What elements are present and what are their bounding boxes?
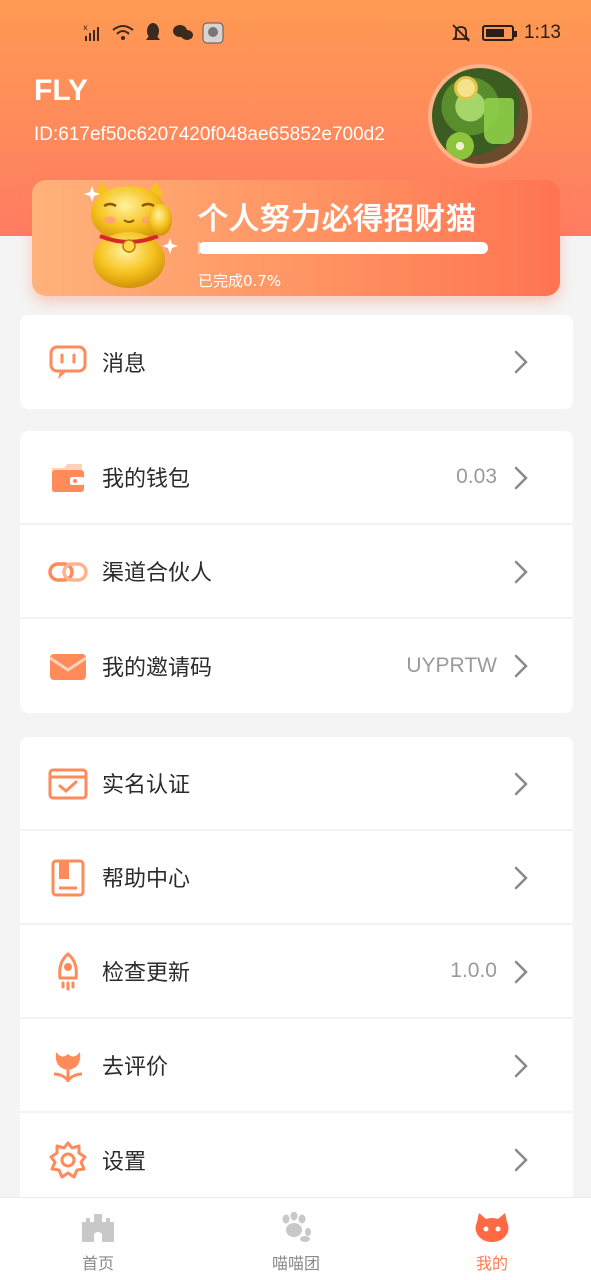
menu-item-invite[interactable]: 我的邀请码 UYPRTW [20,619,573,713]
avatar-lemon [454,76,478,100]
avatar-kiwi [446,132,474,160]
bottom-nav: 首页 喵喵团 我的 [0,1197,591,1280]
chevron-right-icon [514,466,528,490]
menu-item-help-label: 帮助中心 [102,867,191,892]
menu-item-realname[interactable]: 实名认证 [20,737,573,831]
menu-item-rate[interactable]: 去评价 [20,1019,573,1113]
chevron-right-icon [514,654,528,678]
svg-text:x: x [83,23,88,32]
menu-item-rate-label: 去评价 [102,1055,169,1080]
book-icon [51,859,85,897]
link-icon [48,562,88,582]
menu-item-messages-label: 消息 [102,352,147,377]
chevron-right-icon [514,772,528,796]
nav-home[interactable]: 首页 [38,1198,158,1280]
status-right: 1:13 [450,22,561,44]
lucky-cat-progress-bar [198,242,488,254]
chevron-right-icon [514,560,528,584]
status-left-icons: x [82,22,224,44]
menu-item-update[interactable]: 检查更新 1.0.0 [20,925,573,1019]
wechat-icon [172,22,194,44]
lucky-cat-progress-fill [198,242,201,254]
nav-home-label: 首页 [81,1254,114,1273]
menu-item-invite-label: 我的邀请码 [102,656,213,681]
avatar-glass [484,98,514,144]
menu-group-messages: 消息 [20,315,573,409]
menu-item-settings-label: 设置 [102,1150,147,1175]
status-time: 1:13 [524,22,561,43]
menu-item-update-label: 检查更新 [102,961,191,986]
gear-icon [49,1141,87,1179]
user-id: ID:617ef50c6207420f048ae65852e700d2 [34,124,385,145]
wifi-icon [112,22,134,44]
chevron-right-icon [514,1054,528,1078]
user-name: FLY [34,74,88,107]
nav-mine-label: 我的 [475,1254,508,1273]
lucky-cat-card[interactable]: 个人努力必得招财猫 已完成0.7% [32,180,560,296]
invite-code: UYPRTW [406,654,497,677]
wallet-balance: 0.03 [456,465,497,488]
avatar[interactable] [428,64,532,168]
wallet-icon [52,464,84,492]
paw-icon [282,1212,311,1242]
nav-mine[interactable]: 我的 [432,1198,552,1280]
app-avatar-icon [202,22,224,44]
nav-team[interactable]: 喵喵团 [236,1198,356,1280]
message-icon [49,345,87,379]
menu-group-general: 实名认证 帮助中心 检查更新 1.0.0 去评价 设置 [20,737,573,1207]
lucky-cat-title: 个人努力必得招财猫 [198,202,477,237]
menu-item-partner-label: 渠道合伙人 [102,561,213,586]
bell-muted-icon [450,22,472,44]
menu-item-wallet[interactable]: 我的钱包 0.03 [20,431,573,525]
menu-item-help[interactable]: 帮助中心 [20,831,573,925]
menu-item-messages[interactable]: 消息 [20,315,573,409]
nav-team-label: 喵喵团 [271,1254,320,1273]
lucky-cat-icon [84,182,178,288]
lucky-cat-progress-text: 已完成0.7% [198,272,282,290]
envelope-icon [49,654,87,680]
no-sim-signal-icon: x [82,22,104,44]
qq-icon [142,22,164,44]
menu-group-account: 我的钱包 0.03 渠道合伙人 我的邀请码 UYPRTW [20,431,573,713]
menu-item-settings[interactable]: 设置 [20,1113,573,1207]
chevron-right-icon [514,866,528,890]
menu-item-wallet-label: 我的钱包 [102,467,191,492]
status-bar: x 1:13 [0,0,591,68]
chevron-right-icon [514,350,528,374]
rocket-icon [58,952,78,991]
flower-icon [53,1052,83,1083]
chevron-right-icon [514,960,528,984]
castle-icon [82,1214,114,1242]
cat-face-icon [475,1213,509,1242]
menu-item-partner[interactable]: 渠道合伙人 [20,525,573,619]
chevron-right-icon [514,1148,528,1172]
app-version: 1.0.0 [450,959,497,982]
id-card-icon [48,768,88,800]
battery-icon [482,25,518,41]
menu-item-realname-label: 实名认证 [102,773,191,798]
